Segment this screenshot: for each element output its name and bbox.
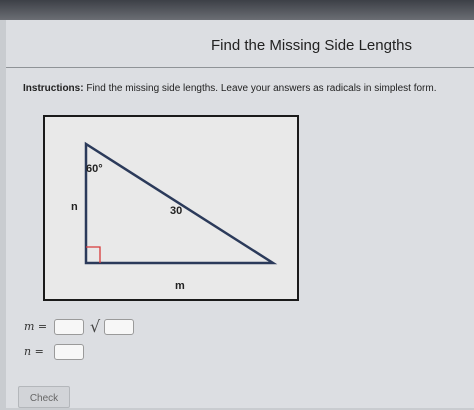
n-value-input[interactable]	[54, 344, 84, 360]
question-panel: Find the Missing Side Lengths Instructio…	[6, 20, 474, 408]
triangle-figure: 60° 30 n m	[43, 115, 299, 301]
top-bar	[0, 0, 474, 20]
check-button[interactable]: Check	[18, 386, 70, 408]
triangle-diagram: 60° 30 n m	[71, 141, 278, 292]
header: Find the Missing Side Lengths	[6, 20, 474, 68]
angle-label: 60°	[86, 163, 103, 175]
m-radicand-input[interactable]	[104, 319, 134, 335]
right-triangle	[84, 141, 278, 265]
right-angle-marker	[86, 246, 101, 263]
instructions: Instructions: Find the missing side leng…	[23, 83, 468, 94]
instructions-label: Instructions:	[23, 83, 84, 94]
answer-row-n: n =	[24, 344, 94, 361]
page-title: Find the Missing Side Lengths	[211, 37, 412, 54]
sqrt-icon: √	[90, 317, 101, 336]
instructions-text: Find the missing side lengths. Leave you…	[83, 83, 437, 94]
m-label: m =	[24, 320, 48, 333]
answer-row-m: m = √	[24, 317, 144, 336]
hypotenuse-label: 30	[170, 205, 182, 217]
bottom-side-label: m	[175, 280, 185, 292]
left-side-label: n	[71, 201, 78, 213]
m-coefficient-input[interactable]	[54, 319, 84, 335]
n-label: n =	[24, 345, 44, 358]
